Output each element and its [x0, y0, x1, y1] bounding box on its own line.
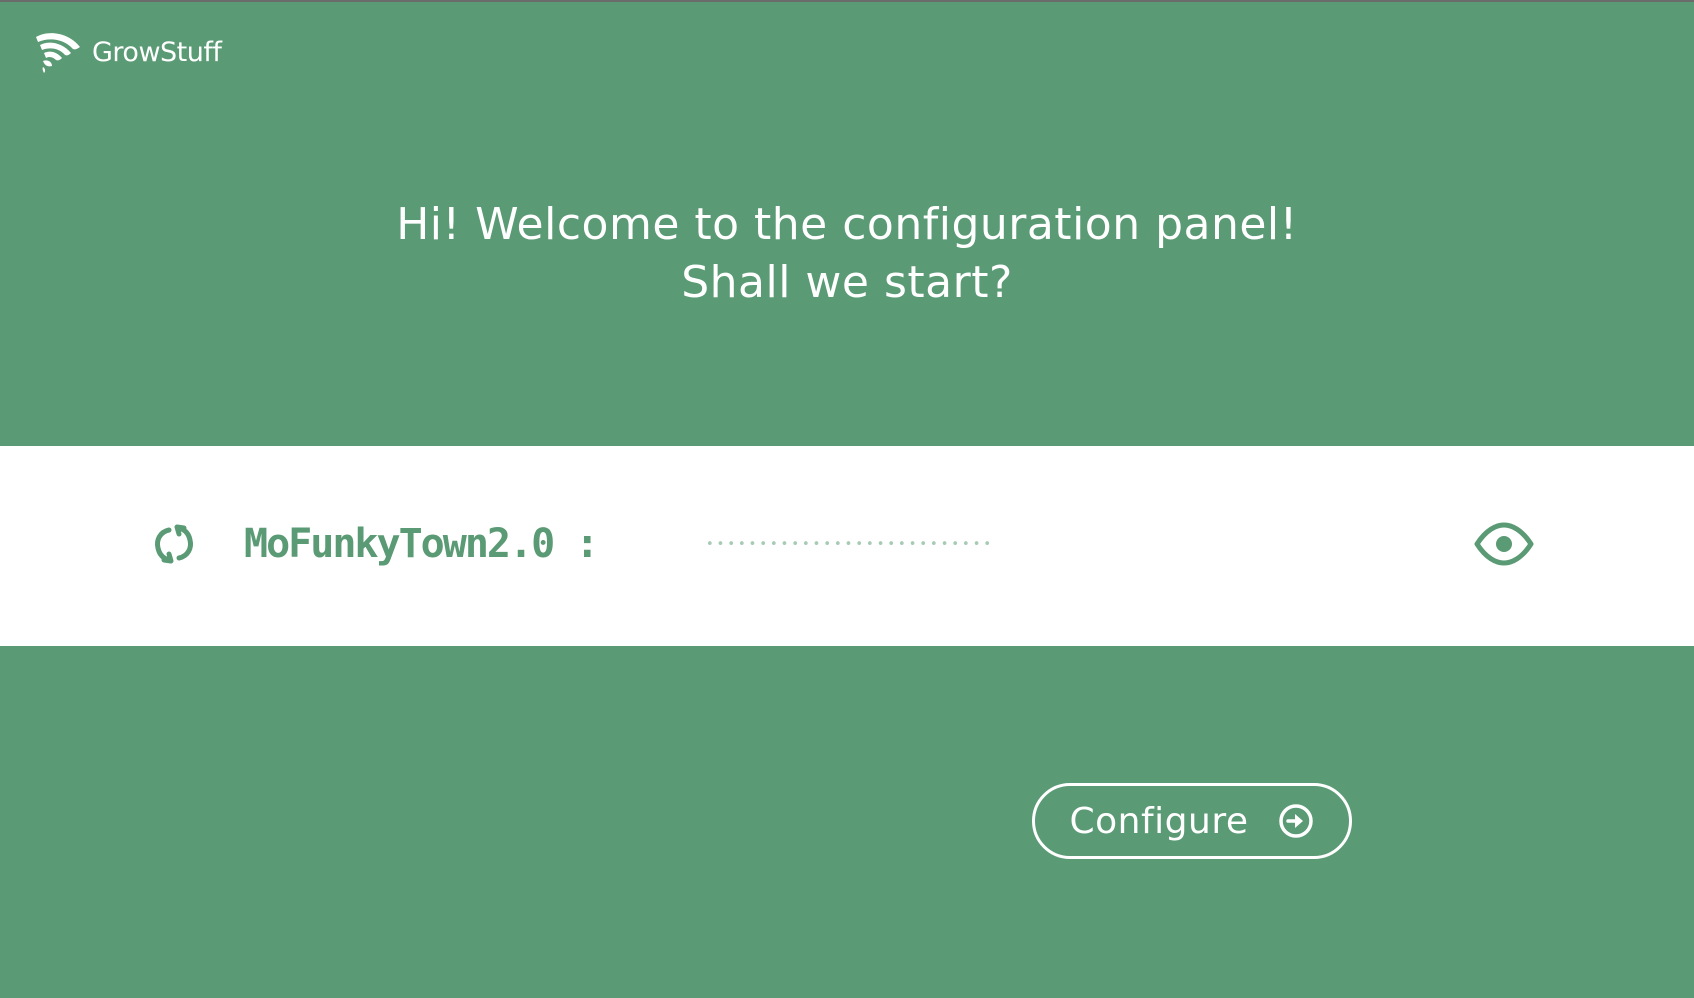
welcome-heading: Hi! Welcome to the configuration panel! … [0, 196, 1694, 312]
brand-name: GrowStuff [92, 36, 222, 68]
growstuff-logo-icon [34, 31, 82, 73]
arrow-right-circle-icon [1278, 803, 1314, 839]
network-password-input[interactable] [706, 522, 1206, 566]
welcome-line-2: Shall we start? [681, 257, 1013, 308]
network-ssid-label: MoFunkyTown2.0 : [244, 521, 599, 567]
window-top-border [0, 0, 1694, 2]
show-password-eye-icon[interactable] [1474, 522, 1534, 566]
brand-logo: GrowStuff [34, 30, 222, 74]
refresh-icon[interactable] [150, 520, 198, 568]
configure-button[interactable]: Configure [1032, 783, 1352, 859]
configure-button-label: Configure [1069, 800, 1249, 842]
welcome-line-1: Hi! Welcome to the configuration panel! [396, 199, 1298, 250]
